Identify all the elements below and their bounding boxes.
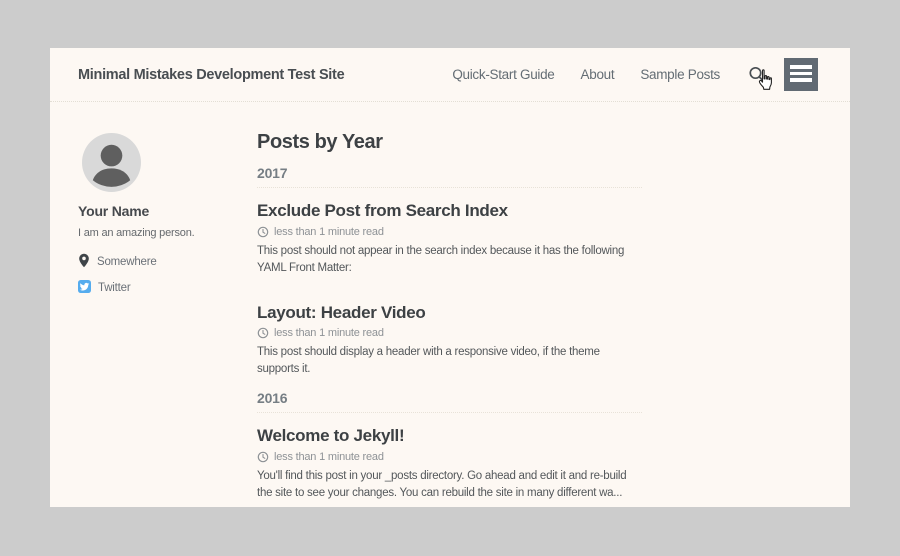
- archive-main: Posts by Year 2017 Exclude Post from Sea…: [257, 102, 642, 507]
- primary-nav: Quick-Start Guide About Sample Posts: [452, 58, 818, 91]
- author-sidebar: Your Name I am an amazing person. Somewh…: [78, 102, 257, 507]
- nav-quick-start-guide[interactable]: Quick-Start Guide: [452, 67, 554, 82]
- post-excerpt: This post should not appear in the searc…: [257, 243, 642, 277]
- author-name: Your Name: [78, 203, 257, 219]
- author-location: Somewhere: [78, 253, 257, 271]
- post-read-time: less than 1 minute read: [257, 226, 642, 238]
- author-twitter-label: Twitter: [98, 282, 130, 294]
- author-links: Somewhere Twitter: [78, 253, 257, 296]
- search-icon[interactable]: [747, 65, 767, 85]
- post-read-time: less than 1 minute read: [257, 451, 642, 463]
- clock-icon: [257, 327, 269, 339]
- post-title-link[interactable]: Exclude Post from Search Index: [257, 201, 642, 221]
- masthead: Minimal Mistakes Development Test Site Q…: [50, 48, 850, 102]
- twitter-icon: [78, 280, 91, 296]
- post-excerpt: You'll find this post in your _posts dir…: [257, 468, 642, 502]
- nav-about[interactable]: About: [581, 67, 615, 82]
- post-entry: Layout: Header Video less than 1 minute …: [257, 303, 642, 379]
- year-section-2017: 2017 Exclude Post from Search Index less…: [257, 166, 642, 378]
- post-read-time: less than 1 minute read: [257, 327, 642, 339]
- author-bio: I am an amazing person.: [78, 227, 257, 239]
- post-title-link[interactable]: Welcome to Jekyll!: [257, 426, 642, 446]
- year-heading-2017: 2017: [257, 166, 642, 188]
- year-heading-2016: 2016: [257, 391, 642, 413]
- hamburger-menu-button[interactable]: [784, 58, 818, 91]
- clock-icon: [257, 226, 269, 238]
- clock-icon: [257, 451, 269, 463]
- author-twitter-link[interactable]: Twitter: [78, 280, 257, 296]
- year-section-2016: 2016 Welcome to Jekyll! less than 1 minu…: [257, 391, 642, 502]
- nav-sample-posts[interactable]: Sample Posts: [640, 67, 720, 82]
- post-read-time-label: less than 1 minute read: [274, 327, 384, 339]
- page-content: Your Name I am an amazing person. Somewh…: [50, 102, 850, 507]
- location-pin-icon: [78, 253, 90, 271]
- site-page: Minimal Mistakes Development Test Site Q…: [50, 48, 850, 507]
- post-title-link[interactable]: Layout: Header Video: [257, 303, 642, 323]
- post-read-time-label: less than 1 minute read: [274, 451, 384, 463]
- author-avatar: [82, 133, 141, 192]
- post-read-time-label: less than 1 minute read: [274, 226, 384, 238]
- post-entry: Exclude Post from Search Index less than…: [257, 201, 642, 277]
- page-title: Posts by Year: [257, 131, 642, 153]
- site-title-link[interactable]: Minimal Mistakes Development Test Site: [78, 67, 344, 83]
- author-location-label: Somewhere: [97, 256, 157, 268]
- post-entry: Welcome to Jekyll! less than 1 minute re…: [257, 426, 642, 502]
- post-excerpt: This post should display a header with a…: [257, 344, 642, 378]
